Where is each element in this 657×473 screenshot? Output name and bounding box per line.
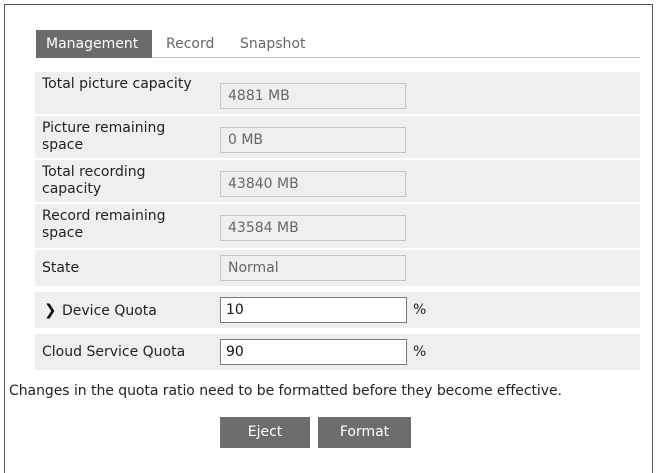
record-remaining-space-field: 43584 MB xyxy=(220,215,406,241)
row-device-quota: ❯ Device Quota 10 % xyxy=(35,292,640,328)
device-quota-label: Device Quota xyxy=(62,303,157,319)
total-recording-capacity-field: 43840 MB xyxy=(220,171,406,197)
cloud-service-quota-unit: % xyxy=(413,344,427,360)
picture-remaining-space-field: 0 MB xyxy=(220,127,406,153)
format-button[interactable]: Format xyxy=(318,417,411,448)
tab-management[interactable]: Management xyxy=(36,30,152,58)
quota-notice: Changes in the quota ratio need to be fo… xyxy=(9,383,562,399)
total-recording-capacity-label: Total recording capacity xyxy=(42,164,146,197)
device-quota-unit: % xyxy=(413,302,427,318)
tab-bar: Management Record Snapshot xyxy=(36,30,640,58)
state-label: State xyxy=(42,260,80,276)
chevron-right-icon: ❯ xyxy=(44,301,57,319)
row-picture-remaining-space: Picture remaining space 0 MB xyxy=(35,116,640,158)
total-picture-capacity-label: Total picture capacity xyxy=(42,76,192,92)
eject-button[interactable]: Eject xyxy=(220,417,310,448)
device-quota-input[interactable]: 10 xyxy=(220,297,407,323)
record-remaining-space-label: Record remaining space xyxy=(42,208,166,241)
row-cloud-service-quota: Cloud Service Quota 90 % xyxy=(35,334,640,370)
total-picture-capacity-field: 4881 MB xyxy=(220,83,406,109)
cloud-service-quota-label: Cloud Service Quota xyxy=(42,344,186,360)
state-field: Normal xyxy=(220,255,406,281)
device-quota-toggle[interactable]: ❯ Device Quota xyxy=(42,292,157,329)
cloud-service-quota-input[interactable]: 90 xyxy=(220,339,407,365)
row-total-recording-capacity: Total recording capacity 43840 MB xyxy=(35,160,640,202)
tab-record[interactable]: Record xyxy=(166,30,214,58)
tab-snapshot[interactable]: Snapshot xyxy=(240,30,305,58)
row-total-picture-capacity: Total picture capacity 4881 MB xyxy=(35,72,640,114)
picture-remaining-space-label: Picture remaining space xyxy=(42,120,166,153)
row-state: State Normal xyxy=(35,250,640,286)
row-record-remaining-space: Record remaining space 43584 MB xyxy=(35,204,640,248)
